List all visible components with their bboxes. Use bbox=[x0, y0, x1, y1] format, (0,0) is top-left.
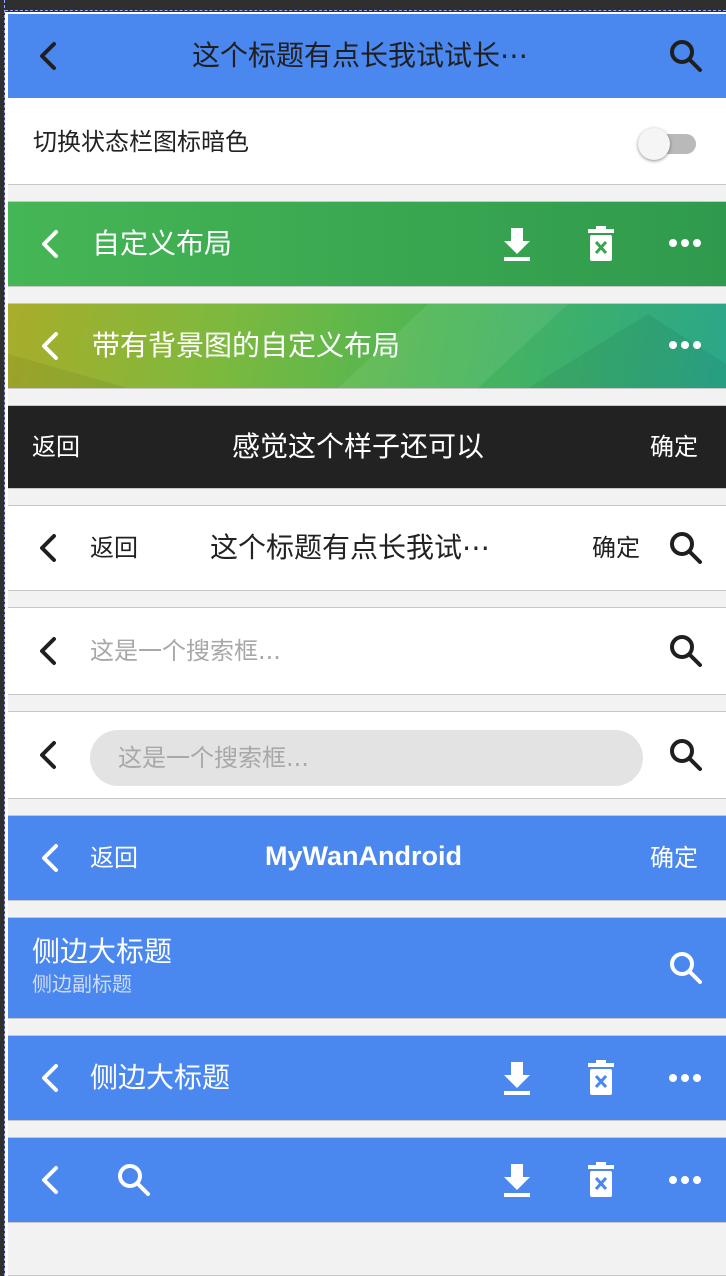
download-icon[interactable] bbox=[502, 226, 532, 262]
chevron-left-icon[interactable] bbox=[36, 739, 60, 771]
delete-icon[interactable] bbox=[588, 1162, 614, 1198]
titlebar-search: 这是一个搜索框... bbox=[8, 608, 726, 694]
search-icon[interactable] bbox=[116, 1162, 152, 1198]
titlebar-title: MyWanAndroid bbox=[265, 841, 462, 871]
download-icon[interactable] bbox=[502, 1162, 532, 1198]
titlebar-title: 自定义布局 bbox=[92, 227, 233, 260]
titlebar-title: 感觉这个样子还可以 bbox=[232, 430, 485, 463]
divider bbox=[8, 900, 726, 918]
titlebar-title: 侧边大标题 bbox=[32, 935, 173, 968]
titlebar-white-long: 返回 这个标题有点长我试⋯ 确定 bbox=[8, 506, 726, 590]
titlebar-blue-center: 返回 MyWanAndroid 确定 bbox=[8, 816, 726, 900]
titlebar-dark: 返回 感觉这个样子还可以 确定 bbox=[8, 406, 726, 488]
back-text-button[interactable]: 返回 bbox=[90, 846, 138, 870]
titlebar-title: 这个标题有点长我试试长⋯ bbox=[192, 39, 529, 72]
bottom-space bbox=[8, 1222, 726, 1276]
switch-label: 切换状态栏图标暗色 bbox=[33, 128, 249, 156]
titlebar-side-actions: 侧边大标题 bbox=[8, 1036, 726, 1120]
device-frame-top bbox=[0, 0, 726, 12]
status-icon-dark-switch-row: 切换状态栏图标暗色 bbox=[8, 98, 726, 184]
search-placeholder: 这是一个搜索框... bbox=[118, 744, 309, 772]
search-input-rounded[interactable]: 这是一个搜索框... bbox=[90, 730, 643, 786]
chevron-left-icon[interactable] bbox=[38, 1164, 62, 1196]
more-icon[interactable] bbox=[668, 1073, 702, 1083]
titlebar-default: 这个标题有点长我试试长⋯ bbox=[8, 14, 726, 98]
titlebar-icons-only bbox=[8, 1138, 726, 1222]
search-input[interactable]: 这是一个搜索框... bbox=[90, 639, 281, 663]
delete-icon[interactable] bbox=[588, 1060, 614, 1096]
search-icon[interactable] bbox=[668, 38, 704, 74]
download-icon[interactable] bbox=[502, 1060, 532, 1096]
titlebar-side-title: 侧边大标题 侧边副标题 bbox=[8, 918, 726, 1018]
chevron-left-icon[interactable] bbox=[38, 842, 62, 874]
device-frame-left bbox=[0, 0, 5, 1276]
divider bbox=[8, 488, 726, 506]
divider bbox=[8, 694, 726, 712]
divider bbox=[8, 1120, 726, 1138]
titlebar-title: 带有背景图的自定义布局 bbox=[92, 329, 401, 362]
titlebar-title: 这个标题有点长我试⋯ bbox=[210, 531, 491, 564]
titlebar-background-image: 带有背景图的自定义布局 bbox=[8, 304, 726, 388]
more-icon[interactable] bbox=[668, 1175, 702, 1185]
confirm-text-button[interactable]: 确定 bbox=[650, 435, 698, 459]
titlebar-subtitle: 侧边副标题 bbox=[32, 972, 132, 996]
chevron-left-icon[interactable] bbox=[36, 40, 60, 72]
chevron-left-icon[interactable] bbox=[38, 228, 62, 260]
divider bbox=[8, 798, 726, 816]
chevron-left-icon[interactable] bbox=[36, 635, 60, 667]
search-icon[interactable] bbox=[668, 950, 704, 986]
more-icon[interactable] bbox=[668, 340, 702, 350]
back-text-button[interactable]: 返回 bbox=[90, 536, 138, 560]
divider bbox=[8, 1018, 726, 1036]
titlebar-title: 侧边大标题 bbox=[90, 1061, 231, 1094]
search-icon[interactable] bbox=[668, 737, 704, 773]
chevron-left-icon[interactable] bbox=[36, 532, 60, 564]
dark-icon-toggle[interactable] bbox=[638, 128, 696, 160]
back-text-button[interactable]: 返回 bbox=[32, 435, 80, 459]
divider bbox=[8, 590, 726, 608]
titlebar-custom-layout: 自定义布局 bbox=[8, 202, 726, 286]
search-icon[interactable] bbox=[668, 633, 704, 669]
titlebar-rounded-search: 这是一个搜索框... bbox=[8, 712, 726, 798]
divider bbox=[8, 184, 726, 202]
confirm-text-button[interactable]: 确定 bbox=[592, 536, 640, 560]
delete-icon[interactable] bbox=[588, 226, 614, 262]
more-icon[interactable] bbox=[668, 238, 702, 248]
divider bbox=[8, 286, 726, 304]
chevron-left-icon[interactable] bbox=[38, 330, 62, 362]
divider bbox=[8, 388, 726, 406]
search-icon[interactable] bbox=[668, 530, 704, 566]
chevron-left-icon[interactable] bbox=[38, 1062, 62, 1094]
confirm-text-button[interactable]: 确定 bbox=[650, 846, 698, 870]
